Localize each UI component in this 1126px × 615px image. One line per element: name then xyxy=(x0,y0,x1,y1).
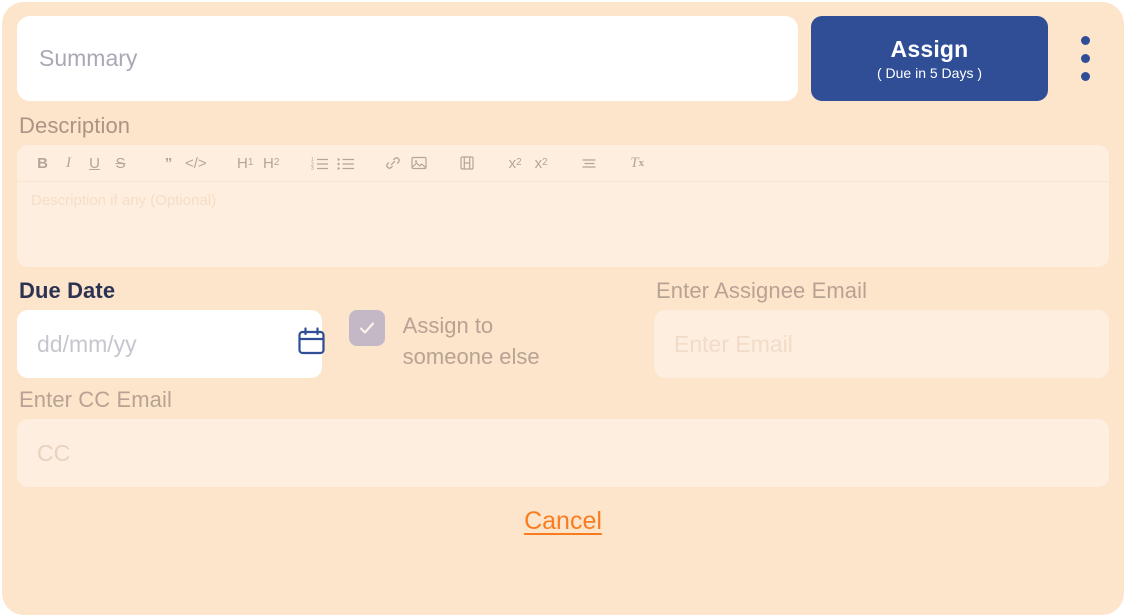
italic-icon[interactable]: I xyxy=(57,150,80,176)
assignee-email-input[interactable] xyxy=(654,310,1109,378)
assign-to-someone-else-checkbox[interactable] xyxy=(348,310,385,346)
due-date-assignee-row: Due Date Assign xyxy=(17,269,1109,378)
description-input[interactable] xyxy=(17,182,1109,266)
underline-icon[interactable]: U xyxy=(83,150,106,176)
superscript-icon[interactable]: x2 xyxy=(530,150,553,176)
heading-1-icon[interactable]: H1 xyxy=(234,150,257,176)
blockquote-icon[interactable]: ” xyxy=(157,150,180,176)
summary-input[interactable] xyxy=(17,16,798,101)
assign-to-someone-else-label: Assign to someone else xyxy=(403,310,540,372)
strikethrough-icon[interactable]: S xyxy=(109,150,132,176)
code-block-icon[interactable]: </> xyxy=(183,150,209,176)
description-toolbar: B I U S ” </> H1 H2 1 2 3 x 2 x 2 T x xyxy=(17,145,1109,182)
due-date-column: Due Date xyxy=(17,269,349,378)
assign-task-card: Assign ( Due in 5 Days ) Description B I… xyxy=(2,2,1124,615)
assign-button-due-label: ( Due in 5 Days ) xyxy=(876,65,983,81)
due-date-field-wrap xyxy=(17,310,349,378)
assign-label-line-2: someone else xyxy=(402,344,540,370)
assignee-email-column: Enter Assignee Email xyxy=(654,269,1109,378)
assign-label-line-1: Assign to xyxy=(402,313,494,338)
cc-email-label: Enter CC Email xyxy=(19,387,172,412)
description-label: Description xyxy=(19,113,131,138)
description-editor: B I U S ” </> H1 H2 1 2 3 x 2 x 2 T x De… xyxy=(17,145,1109,267)
cancel-row: Cancel xyxy=(17,487,1109,536)
assign-button[interactable]: Assign ( Due in 5 Days ) xyxy=(811,16,1048,101)
check-icon xyxy=(359,322,374,334)
svg-text:3: 3 xyxy=(311,166,314,170)
assignee-email-label: Enter Assignee Email xyxy=(656,278,868,303)
cc-email-input[interactable] xyxy=(17,419,1109,487)
image-icon[interactable] xyxy=(408,150,431,176)
task-header-row: Assign ( Due in 5 Days ) xyxy=(17,16,1109,104)
calendar-icon[interactable] xyxy=(296,326,327,362)
assign-someone-column: Assign to someone else xyxy=(348,269,654,378)
kebab-dot-icon xyxy=(1080,36,1090,45)
due-date-label: Due Date xyxy=(19,278,116,303)
ordered-list-icon[interactable]: 1 2 3 xyxy=(308,150,331,176)
bold-icon[interactable]: B xyxy=(31,150,54,176)
kebab-dot-icon xyxy=(1080,72,1090,81)
heading-2-icon[interactable]: H2 xyxy=(260,150,283,176)
assign-button-label: Assign xyxy=(890,36,969,62)
due-date-input[interactable] xyxy=(17,310,322,378)
clear-format-icon[interactable]: Tx xyxy=(626,150,649,176)
link-icon[interactable] xyxy=(382,150,405,176)
kebab-dot-icon xyxy=(1080,54,1090,63)
cancel-button[interactable]: Cancel xyxy=(524,507,602,536)
bullet-list-icon[interactable] xyxy=(334,150,357,176)
more-options-button[interactable] xyxy=(1061,16,1109,101)
subscript-icon[interactable]: x2 xyxy=(504,150,527,176)
align-icon[interactable] xyxy=(578,150,601,176)
video-icon[interactable] xyxy=(456,150,479,176)
